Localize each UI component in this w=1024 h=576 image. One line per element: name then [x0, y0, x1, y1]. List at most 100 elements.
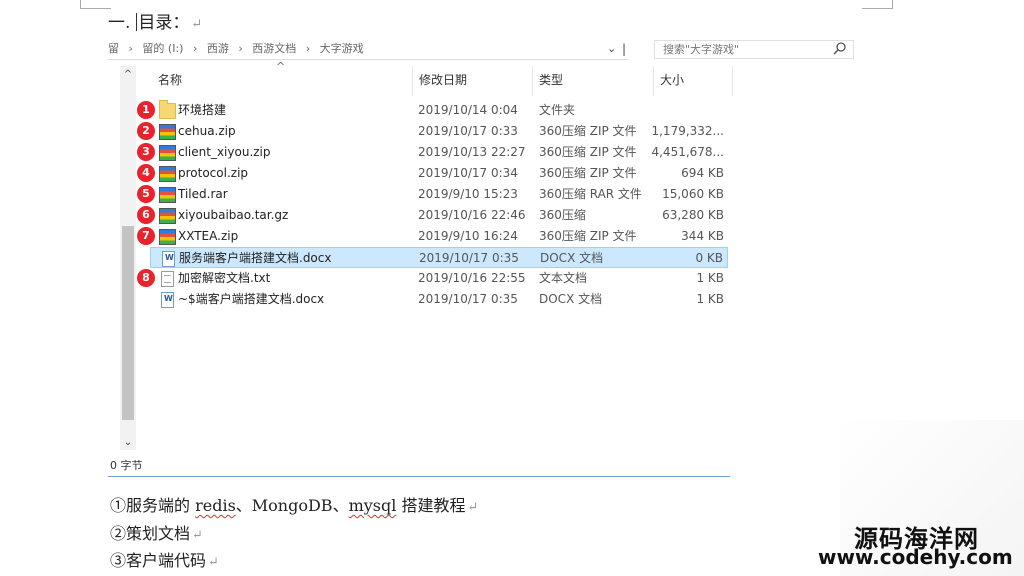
number-badge: 5 — [137, 185, 155, 203]
file-name: 服务端客户端搭建文档.docx — [179, 251, 332, 265]
doc-text-misspelled: mysql — [348, 496, 397, 515]
file-type: 文本文档 — [539, 271, 588, 285]
file-modified-date: 2019/10/13 22:27 — [418, 145, 526, 159]
file-row[interactable]: protocol.zip 2019/10/17 0:34 360压缩 ZIP 文件 6… — [150, 163, 728, 184]
doc-text: ③客户端代码 — [110, 551, 207, 570]
doc-heading: 一. 目录： ↵ — [108, 8, 202, 33]
file-row[interactable]: cehua.zip 2019/10/17 0:33 360压缩 ZIP 文件 1,17… — [150, 121, 728, 142]
file-name: ~$端客户端搭建文档.docx — [178, 292, 325, 306]
breadcrumb-part: 留 — [108, 42, 119, 55]
breadcrumb-part[interactable]: 大字游戏 — [320, 42, 364, 55]
column-divider[interactable] — [532, 66, 533, 96]
chevron-down-icon[interactable]: ⌄ — [607, 42, 616, 55]
file-type: 360压缩 ZIP 文件 — [539, 166, 637, 180]
paragraph-mark: ↵ — [467, 500, 479, 515]
file-row[interactable]: Tiled.rar 2019/9/10 15:23 360压缩 RAR 文件 15,0… — [150, 184, 728, 205]
page-corner-right — [862, 0, 893, 9]
column-header-date[interactable]: 修改日期 — [419, 70, 467, 96]
file-type: DOCX 文档 — [540, 251, 604, 265]
file-modified-date: 2019/10/16 22:46 — [418, 208, 526, 222]
docx-file-icon — [162, 251, 175, 267]
scrollbar-thumb[interactable] — [122, 226, 134, 420]
file-modified-date: 2019/10/17 0:34 — [418, 166, 518, 180]
file-name: xiyoubaibao.tar.gz — [178, 208, 289, 222]
docx-file-icon — [161, 292, 174, 308]
breadcrumb-separator: › — [192, 42, 198, 55]
search-input[interactable]: 搜索"大字游戏" — [654, 40, 854, 59]
column-header-size[interactable]: 大小 — [660, 70, 684, 96]
column-divider[interactable] — [653, 66, 654, 96]
number-badge: 8 — [137, 269, 155, 287]
zip-archive-icon — [159, 124, 176, 140]
file-row[interactable]: 加密解密文档.txt 2019/10/16 22:55 文本文档 1 KB — [150, 268, 728, 289]
address-bar[interactable]: 留 › 留的 (I:) › 西游 › 西游文档 › 大字游戏 — [108, 40, 628, 60]
heading-prefix: 一. — [108, 13, 131, 33]
number-badge: 7 — [137, 227, 155, 245]
doc-text: ②策划文档 — [110, 524, 191, 543]
file-size: 1 KB — [696, 271, 724, 285]
breadcrumb-part[interactable]: 留的 (I:) — [142, 42, 183, 55]
file-name: protocol.zip — [178, 166, 249, 180]
doc-text: 、MongoDB、 — [235, 496, 349, 515]
refresh-separator: | — [622, 42, 627, 56]
sort-ascending-icon: ^ — [276, 60, 286, 73]
file-size: 63,280 KB — [662, 208, 724, 222]
file-size: 344 KB — [681, 229, 724, 243]
gz-archive-icon — [159, 208, 176, 224]
file-row[interactable]: 环境搭建 2019/10/14 0:04 文件夹 — [150, 100, 728, 121]
breadcrumb-part[interactable]: 西游文档 — [252, 42, 296, 55]
scroll-up-arrow-icon[interactable]: ^ — [120, 66, 136, 82]
folder-icon — [159, 100, 176, 119]
file-row[interactable]: client_xiyou.zip 2019/10/13 22:27 360压缩 ZI… — [150, 142, 728, 163]
number-badge: 3 — [137, 143, 155, 161]
file-modified-date: 2019/10/17 0:33 — [418, 124, 518, 138]
txt-file-icon — [161, 271, 174, 287]
paragraph-mark: ↵ — [191, 17, 203, 32]
doc-line-2: ②策划文档 ↵ — [110, 520, 203, 544]
file-size: 4,451,678... — [651, 145, 724, 159]
search-placeholder: 搜索"大字游戏" — [663, 43, 740, 56]
file-modified-date: 2019/9/10 15:23 — [418, 187, 518, 201]
doc-text: 搭建教程 — [396, 496, 466, 515]
doc-line-1: ①服务端的 redis、MongoDB、mysql 搭建教程 ↵ — [110, 492, 478, 516]
column-header-name[interactable]: 名称 — [158, 70, 182, 96]
file-modified-date: 2019/10/14 0:04 — [418, 103, 518, 117]
number-badge: 6 — [137, 206, 155, 224]
file-modified-date: 2019/10/17 0:35 — [419, 251, 519, 265]
number-badge: 1 — [137, 101, 155, 119]
file-modified-date: 2019/9/10 16:24 — [418, 229, 518, 243]
file-name: XXTEA.zip — [178, 229, 239, 243]
file-type: DOCX 文档 — [539, 292, 603, 306]
number-badge: 2 — [137, 122, 155, 140]
file-row[interactable]: xiyoubaibao.tar.gz 2019/10/16 22:46 360压缩 6… — [150, 205, 728, 226]
status-bar-text: 0 字节 — [110, 459, 143, 472]
file-size: 0 KB — [695, 251, 723, 265]
file-size: 1,179,332... — [651, 124, 724, 138]
file-type: 360压缩 ZIP 文件 — [539, 145, 637, 159]
file-type: 360压缩 — [539, 208, 586, 222]
rar-archive-icon — [159, 187, 176, 203]
column-divider[interactable] — [412, 66, 413, 96]
file-modified-date: 2019/10/17 0:35 — [418, 292, 518, 306]
zip-archive-icon — [159, 229, 176, 245]
scroll-down-arrow-icon[interactable]: ⌄ — [120, 436, 136, 452]
file-name: cehua.zip — [178, 124, 236, 138]
file-row[interactable]: ~$端客户端搭建文档.docx 2019/10/17 0:35 DOCX 文档 1 K… — [150, 289, 728, 310]
file-row[interactable]: XXTEA.zip 2019/9/10 16:24 360压缩 ZIP 文件 344 … — [150, 226, 728, 247]
heading-text: 目录： — [138, 13, 190, 33]
column-header-type[interactable]: 类型 — [539, 70, 563, 96]
file-type: 360压缩 RAR 文件 — [539, 187, 642, 201]
breadcrumb-separator: › — [238, 42, 243, 55]
number-badge: 4 — [137, 164, 155, 182]
file-row-selected[interactable]: 服务端客户端搭建文档.docx 2019/10/17 0:35 DOCX 文档 0 K… — [150, 247, 728, 268]
file-name: Tiled.rar — [178, 187, 228, 201]
doc-text-misspelled: redis — [195, 496, 236, 515]
file-type: 360压缩 ZIP 文件 — [539, 124, 637, 138]
file-size: 1 KB — [696, 292, 724, 306]
paragraph-mark: ↵ — [192, 528, 203, 543]
column-divider[interactable] — [732, 66, 733, 96]
file-name: 加密解密文档.txt — [178, 271, 271, 285]
breadcrumb-part[interactable]: 西游 — [207, 42, 229, 55]
search-icon[interactable] — [832, 41, 848, 57]
breadcrumb-separator: › — [128, 42, 133, 55]
